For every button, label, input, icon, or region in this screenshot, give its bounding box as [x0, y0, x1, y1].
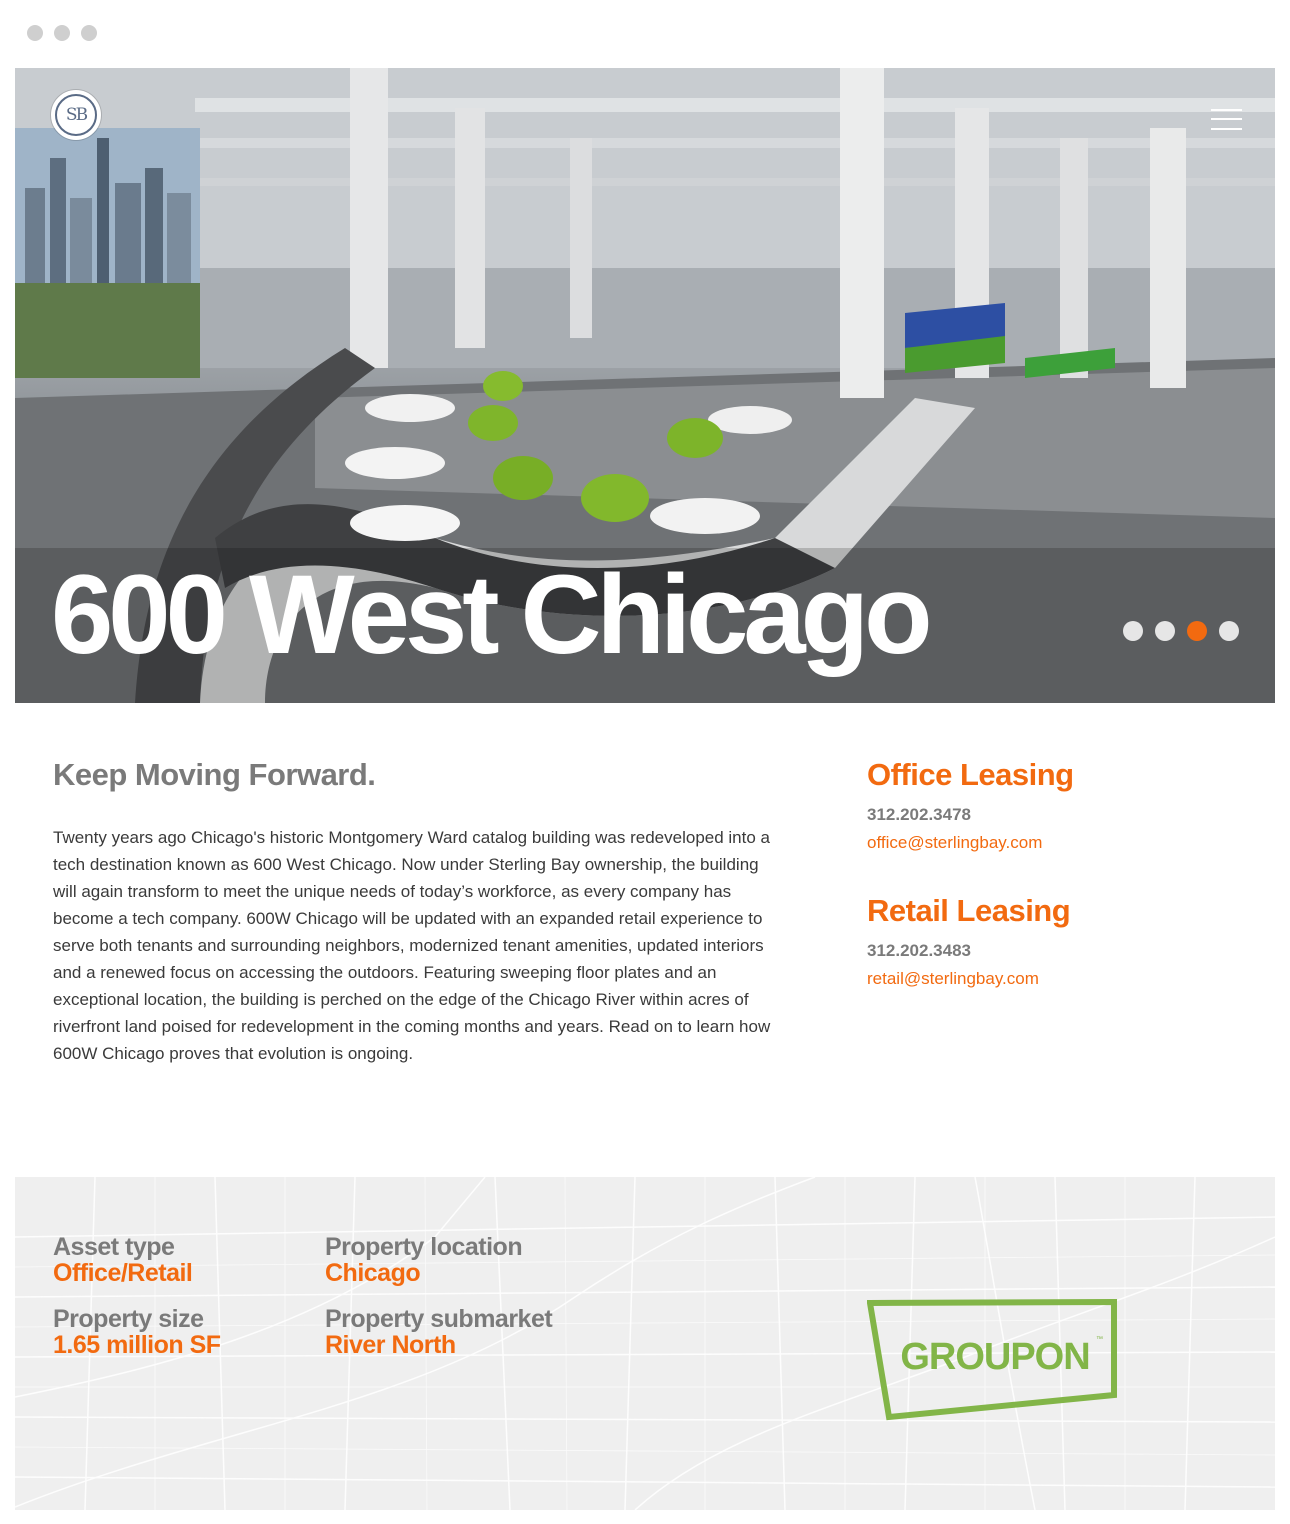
office-leasing-phone[interactable]: 312.202.3478 [867, 805, 1247, 825]
svg-text:GROUPON: GROUPON [900, 1336, 1089, 1378]
fact-label: Property location [325, 1233, 523, 1261]
hamburger-menu-icon[interactable] [1211, 107, 1242, 132]
carousel-pagination [1123, 621, 1239, 641]
groupon-tenant-logo: GROUPON ™ [867, 1299, 1117, 1421]
carousel-dot-3-active[interactable] [1187, 621, 1207, 641]
office-leasing-email-link[interactable]: office@sterlingbay.com [867, 833, 1247, 853]
hero-title: 600 West Chicago [51, 552, 932, 677]
fact-label: Property submarket [325, 1305, 553, 1333]
window-maximize-button[interactable] [81, 25, 97, 41]
intro-body: Twenty years ago Chicago's historic Mont… [53, 828, 771, 1063]
fact-value: 1.65 million SF [53, 1331, 221, 1359]
intro-section: Keep Moving Forward. Twenty years ago Ch… [53, 757, 773, 1067]
leasing-contacts: Office Leasing 312.202.3478 office@sterl… [867, 757, 1247, 1029]
window-close-button[interactable] [27, 25, 43, 41]
fact-label: Asset type [53, 1233, 175, 1261]
retail-leasing-heading: Retail Leasing [867, 893, 1071, 928]
fact-value: Chicago [325, 1259, 421, 1287]
office-leasing-heading: Office Leasing [867, 757, 1074, 792]
fact-size: Property size 1.65 million SF [53, 1306, 325, 1358]
window-minimize-button[interactable] [54, 25, 70, 41]
intro-heading: Keep Moving Forward. [53, 757, 376, 792]
property-facts: Asset type Office/Retail Property locati… [53, 1234, 625, 1358]
carousel-dot-1[interactable] [1123, 621, 1143, 641]
fact-submarket: Property submarket River North [325, 1306, 625, 1358]
property-details-band: Asset type Office/Retail Property locati… [15, 1177, 1275, 1510]
fact-value: Office/Retail [53, 1259, 193, 1287]
logo-monogram: SB [55, 94, 97, 136]
carousel-dot-2[interactable] [1155, 621, 1175, 641]
fact-location: Property location Chicago [325, 1234, 625, 1286]
window-controls [27, 25, 97, 41]
sterling-bay-logo[interactable]: SB [51, 90, 101, 140]
fact-asset-type: Asset type Office/Retail [53, 1234, 325, 1286]
fact-value: River North [325, 1331, 456, 1359]
hero-banner: SB 600 West Chicago [15, 68, 1275, 703]
fact-label: Property size [53, 1305, 204, 1333]
retail-leasing-contact: Retail Leasing 312.202.3483 retail@sterl… [867, 893, 1247, 989]
carousel-dot-4[interactable] [1219, 621, 1239, 641]
retail-leasing-phone[interactable]: 312.202.3483 [867, 941, 1247, 961]
svg-text:™: ™ [1096, 1336, 1103, 1343]
office-leasing-contact: Office Leasing 312.202.3478 office@sterl… [867, 757, 1247, 853]
retail-leasing-email-link[interactable]: retail@sterlingbay.com [867, 969, 1247, 989]
